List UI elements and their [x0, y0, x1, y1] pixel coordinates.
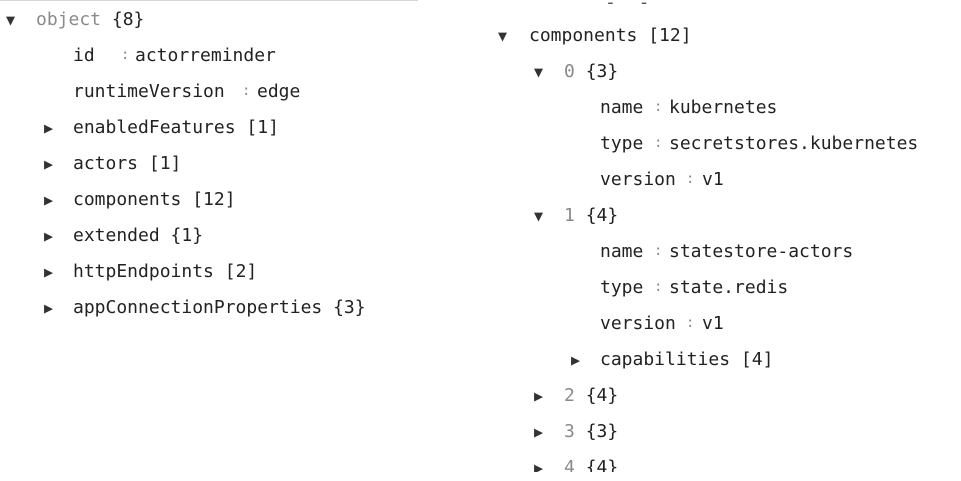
field-value: v1 — [702, 313, 724, 334]
tree-row-type: type : secretstores.kubernetes — [490, 126, 961, 162]
collapse-toggle-icon[interactable]: ▶ — [44, 218, 53, 254]
collapse-toggle-icon[interactable]: ▶ — [44, 110, 53, 146]
clipped-row-fragment: - - — [605, 0, 656, 13]
panel-top-border — [0, 0, 418, 1]
node-index: 0 — [564, 61, 575, 82]
node-count: [12] — [648, 25, 692, 46]
key-value-separator: : — [654, 135, 663, 151]
node-count: {3} — [585, 61, 619, 82]
field-key: version — [600, 169, 676, 190]
collapse-toggle-icon[interactable]: ▶ — [534, 378, 543, 414]
field-value: kubernetes — [669, 97, 778, 118]
node-count: {4} — [585, 385, 619, 406]
tree-row-runtime-version: runtimeVersion : edge — [0, 74, 418, 110]
node-key: enabledFeatures — [73, 117, 236, 138]
key-value-separator: : — [654, 243, 663, 259]
collapse-toggle-icon[interactable]: ▶ — [44, 290, 53, 326]
tree-row-type: type : state.redis — [490, 270, 961, 306]
field-value: state.redis — [669, 277, 789, 298]
field-value: statestore-actors — [669, 241, 854, 262]
expand-toggle-icon[interactable]: ▼ — [498, 18, 507, 54]
node-index: 3 — [564, 421, 575, 442]
field-value: secretstores.kubernetes — [669, 133, 919, 154]
tree-row-name: name : kubernetes — [490, 90, 961, 126]
node-count: [1] — [148, 153, 182, 174]
node-key: extended — [73, 225, 160, 246]
left-json-viewer: ▼ object {8} id : actorreminder runtimeV… — [0, 0, 418, 481]
field-key: id — [73, 45, 95, 66]
tree-row-version: version : v1 — [490, 306, 961, 342]
field-value: edge — [257, 81, 301, 102]
node-key: capabilities — [600, 349, 731, 370]
tree-row-version: version : v1 — [490, 162, 961, 198]
key-value-separator: : — [121, 47, 130, 63]
collapse-toggle-icon[interactable]: ▶ — [534, 450, 543, 472]
field-key: runtimeVersion — [73, 81, 225, 102]
collapse-toggle-icon[interactable]: ▶ — [534, 414, 543, 450]
node-index: 4 — [564, 457, 575, 472]
collapse-toggle-icon[interactable]: ▶ — [44, 146, 53, 182]
node-key: components — [73, 189, 182, 210]
field-key: type — [600, 133, 644, 154]
key-value-separator: : — [654, 99, 663, 115]
field-key: type — [600, 277, 644, 298]
node-key: components — [529, 25, 638, 46]
expand-toggle-icon[interactable]: ▼ — [534, 198, 543, 234]
field-key: version — [600, 313, 676, 334]
key-value-separator: : — [686, 171, 695, 187]
node-count: [12] — [192, 189, 236, 210]
expand-toggle-icon[interactable]: ▼ — [534, 54, 543, 90]
node-count: [4] — [740, 349, 774, 370]
collapse-toggle-icon[interactable]: ▶ — [44, 182, 53, 218]
collapse-toggle-icon[interactable]: ▶ — [44, 254, 53, 290]
node-count: {1} — [170, 225, 204, 246]
node-count: {3} — [333, 297, 366, 318]
expand-toggle-icon[interactable]: ▼ — [6, 2, 15, 38]
node-count: {3} — [585, 421, 619, 442]
node-index: 2 — [564, 385, 575, 406]
tree-row-name: name : statestore-actors — [490, 234, 961, 270]
key-value-separator: : — [242, 83, 251, 99]
field-value: actorreminder — [135, 45, 276, 66]
node-key: actors — [73, 153, 139, 174]
tree-row-id: id : actorreminder — [0, 38, 418, 74]
node-count: {8} — [111, 9, 145, 30]
node-key: object — [36, 9, 102, 30]
node-count: {4} — [585, 205, 619, 226]
collapse-toggle-icon[interactable]: ▶ — [571, 342, 580, 378]
node-count: [1] — [246, 117, 279, 138]
node-key: appConnectionProperties — [73, 297, 323, 318]
node-index: 1 — [564, 205, 575, 226]
field-key: name — [600, 97, 644, 118]
node-count: {4} — [585, 457, 619, 472]
field-value: v1 — [702, 169, 724, 190]
key-value-separator: : — [686, 315, 695, 331]
node-key: httpEndpoints — [73, 261, 214, 282]
right-json-viewer: - - ▼ components [12] ▼ 0 {3} name : kub… — [490, 0, 961, 472]
key-value-separator: : — [654, 279, 663, 295]
field-key: name — [600, 241, 644, 262]
node-count: [2] — [224, 261, 258, 282]
